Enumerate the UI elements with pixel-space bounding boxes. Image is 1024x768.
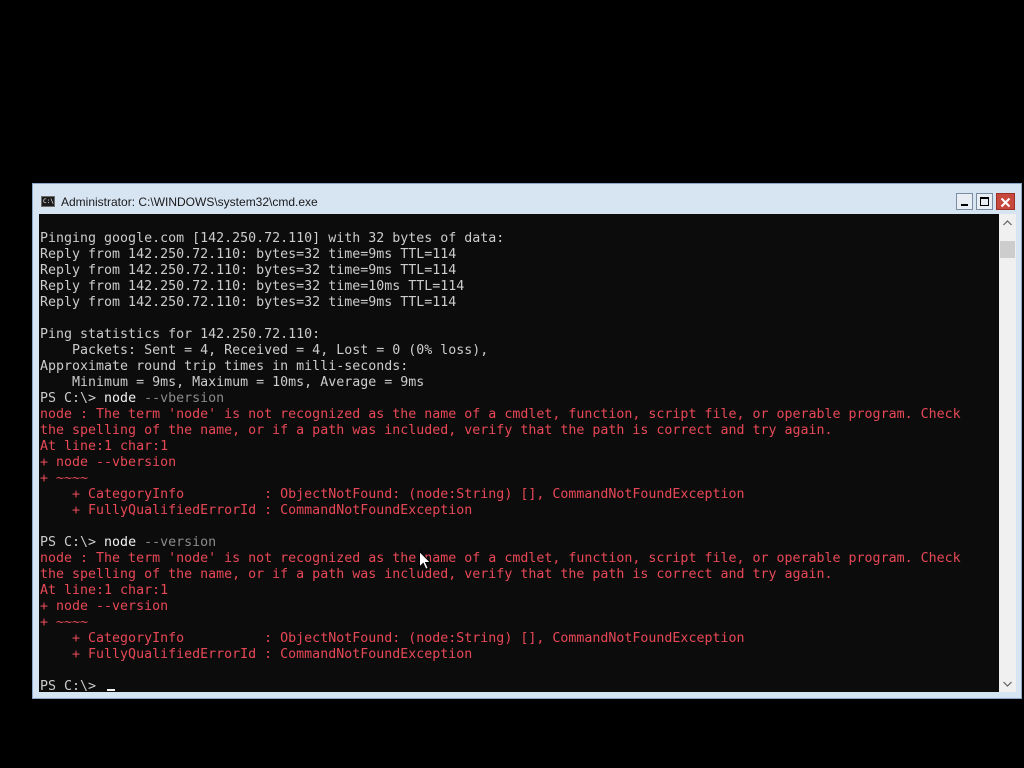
console-lines: Pinging google.com [142.250.72.110] with… (40, 231, 995, 692)
output-line: Pinging google.com [142.250.72.110] with… (40, 231, 505, 246)
title-bar[interactable]: C:\ Administrator: C:\WINDOWS\system32\c… (33, 184, 1021, 214)
error-line: + node --version (40, 599, 169, 614)
output-line: Reply from 142.250.72.110: bytes=32 time… (40, 279, 465, 294)
command-args: --version (136, 535, 217, 550)
window-title: Administrator: C:\WINDOWS\system32\cmd.e… (61, 195, 318, 209)
error-line: + FullyQualifiedErrorId : CommandNotFoun… (40, 647, 473, 662)
error-line: + node --vbersion (40, 455, 177, 470)
error-line: node : The term 'node' is not recognized… (40, 551, 961, 566)
output-line: Reply from 142.250.72.110: bytes=32 time… (40, 247, 457, 262)
error-line: node : The term 'node' is not recognized… (40, 407, 961, 422)
close-button[interactable] (996, 193, 1015, 210)
error-line: + ~~~~ (40, 471, 89, 486)
minimize-button[interactable] (956, 193, 973, 210)
output-line: Reply from 142.250.72.110: bytes=32 time… (40, 263, 457, 278)
prompt-text: PS C:\> (40, 535, 105, 550)
close-icon (1000, 197, 1011, 208)
maximize-icon (980, 197, 989, 206)
output-line: Approximate round trip times in milli-se… (40, 359, 409, 374)
scroll-up-button[interactable] (999, 214, 1016, 231)
output-line: Minimum = 9ms, Maximum = 10ms, Average =… (40, 375, 425, 390)
chevron-up-icon (1003, 220, 1012, 226)
desktop: C:\ Administrator: C:\WINDOWS\system32\c… (0, 0, 1024, 768)
chevron-down-icon (1003, 681, 1012, 687)
error-line: + CategoryInfo : ObjectNotFound: (node:S… (40, 487, 745, 502)
console-icon[interactable]: C:\ (41, 196, 55, 207)
text-cursor (107, 689, 116, 691)
console-output[interactable]: Pinging google.com [142.250.72.110] with… (39, 214, 999, 692)
mouse-pointer-icon (419, 551, 431, 570)
command-text: node (104, 391, 137, 406)
error-line: + ~~~~ (40, 615, 89, 630)
scroll-thumb[interactable] (1000, 241, 1015, 258)
console-window[interactable]: C:\ Administrator: C:\WINDOWS\system32\c… (32, 183, 1022, 699)
vertical-scrollbar[interactable] (999, 214, 1016, 692)
error-line: + CategoryInfo : ObjectNotFound: (node:S… (40, 631, 745, 646)
prompt-line: PS C:\> node --vbersion (40, 391, 995, 407)
prompt-text: PS C:\> (40, 679, 105, 692)
output-line: Packets: Sent = 4, Received = 4, Lost = … (40, 343, 489, 358)
prompt-line: PS C:\> node --version (40, 535, 995, 551)
output-line: Ping statistics for 142.250.72.110: (40, 327, 321, 342)
command-text: node (104, 535, 137, 550)
minimize-icon (961, 204, 968, 206)
maximize-button[interactable] (976, 193, 993, 210)
error-line: At line:1 char:1 (40, 439, 169, 454)
scroll-down-button[interactable] (999, 675, 1016, 692)
command-args: --vbersion (136, 391, 225, 406)
error-line: the spelling of the name, or if a path w… (40, 567, 833, 582)
prompt-line: PS C:\> (40, 679, 995, 692)
error-line: + FullyQualifiedErrorId : CommandNotFoun… (40, 503, 473, 518)
prompt-text: PS C:\> (40, 391, 105, 406)
output-line: Reply from 142.250.72.110: bytes=32 time… (40, 295, 457, 310)
error-line: At line:1 char:1 (40, 583, 169, 598)
error-line: the spelling of the name, or if a path w… (40, 423, 833, 438)
